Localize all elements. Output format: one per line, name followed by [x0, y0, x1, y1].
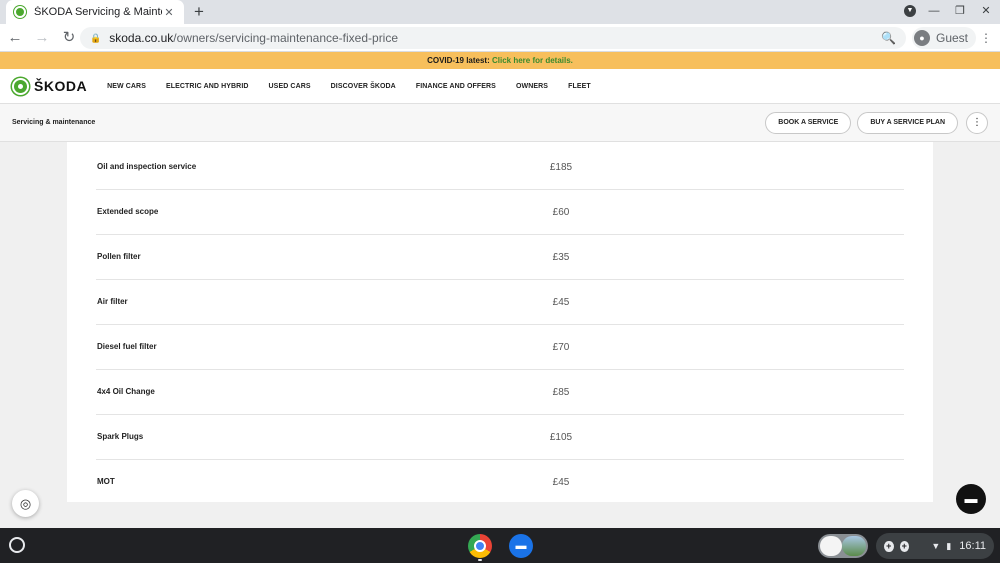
browser-toolbar: ← → ↻ 🔒 skoda.co.uk/owners/servicing-mai…: [0, 24, 1000, 52]
cookie-icon[interactable]: ◎: [12, 490, 39, 517]
minimize-icon[interactable]: —: [926, 3, 942, 19]
skoda-logo-icon: [12, 77, 29, 95]
service-label: Extended scope: [97, 207, 159, 216]
close-window-icon[interactable]: ✕: [978, 3, 994, 19]
service-price: £35: [552, 251, 570, 263]
launcher-icon[interactable]: [9, 537, 25, 553]
thumbnail-image: [842, 536, 866, 556]
status-tray[interactable]: + + ▼ ▮ 16:11: [876, 533, 994, 559]
browser-menu-icon[interactable]: ⋮: [980, 31, 992, 45]
service-price: £105: [549, 431, 573, 443]
service-label: Oil and inspection service: [97, 162, 197, 171]
table-row: Pollen filter £35: [96, 235, 904, 280]
avatar-icon: ●: [914, 30, 930, 46]
nav-fleet[interactable]: FLEET: [568, 83, 591, 90]
clock: 16:11: [959, 540, 986, 552]
address-bar[interactable]: 🔒 skoda.co.uk/owners/servicing-maintenan…: [80, 27, 906, 49]
price-table: Oil and inspection service £185 Extended…: [67, 142, 933, 502]
nav-used-cars[interactable]: USED CARS: [269, 83, 311, 90]
buy-service-plan-button[interactable]: BUY A SERVICE PLAN: [857, 111, 958, 134]
service-price: £70: [552, 341, 570, 353]
table-row: Air filter £45: [96, 280, 904, 325]
table-row: Diesel fuel filter £70: [96, 325, 904, 370]
service-price: £45: [552, 476, 570, 488]
table-row: 4x4 Oil Change £85: [96, 370, 904, 415]
banner-link[interactable]: Click here for details.: [492, 56, 573, 65]
service-label: 4x4 Oil Change: [97, 387, 155, 396]
lock-icon[interactable]: 🔒: [90, 33, 101, 44]
back-arrow-icon[interactable]: ←: [3, 26, 27, 50]
add-circle-icon: +: [884, 540, 894, 552]
chrome-app-icon[interactable]: [468, 534, 492, 558]
restore-icon[interactable]: ❐: [952, 3, 968, 19]
window-controls: ▼ — ❐ ✕: [904, 3, 994, 19]
files-app-icon[interactable]: ▬: [509, 534, 533, 558]
table-row: Extended scope £60: [96, 190, 904, 235]
browser-tab[interactable]: ŠKODA Servicing & Maintenance ✕: [6, 0, 184, 24]
service-label: Air filter: [97, 297, 128, 306]
banner-text: COVID-19 latest:: [427, 56, 492, 65]
os-shelf: ▬ + + ▼ ▮ 16:11: [0, 528, 1000, 563]
active-indicator: [478, 559, 482, 561]
tab-search-icon[interactable]: ▼: [904, 5, 916, 17]
logo-text: ŠKODA: [34, 78, 88, 94]
url-text[interactable]: skoda.co.uk/owners/servicing-maintenance…: [109, 31, 881, 45]
forward-arrow-icon[interactable]: →: [30, 26, 54, 50]
close-tab-icon[interactable]: ✕: [162, 6, 176, 19]
nav-finance-offers[interactable]: FINANCE AND OFFERS: [416, 83, 496, 90]
service-label: Pollen filter: [97, 252, 141, 261]
new-tab-button[interactable]: +: [190, 2, 208, 22]
skoda-favicon-icon: [14, 6, 26, 18]
book-service-button[interactable]: BOOK A SERVICE: [765, 111, 852, 134]
site-header: ŠKODA NEW CARS ELECTRIC AND HYBRID USED …: [0, 69, 1000, 104]
table-row: Spark Plugs £105: [96, 415, 904, 460]
browser-tab-strip: ŠKODA Servicing & Maintenance ✕ + ▼ — ❐ …: [0, 0, 1000, 24]
service-price: £45: [552, 296, 570, 308]
more-options-icon[interactable]: ⋮: [966, 111, 988, 134]
section-header: Servicing & maintenance BOOK A SERVICE B…: [0, 104, 1000, 142]
holding-space-thumbnails[interactable]: [818, 534, 868, 558]
nav-new-cars[interactable]: NEW CARS: [107, 83, 146, 90]
main-nav: NEW CARS ELECTRIC AND HYBRID USED CARS D…: [107, 83, 591, 90]
covid-banner: COVID-19 latest: Click here for details.: [0, 52, 1000, 69]
tab-title: ŠKODA Servicing & Maintenance: [34, 6, 162, 18]
nav-electric-hybrid[interactable]: ELECTRIC AND HYBRID: [166, 83, 249, 90]
reload-icon[interactable]: ↻: [57, 26, 81, 50]
profile-name: Guest: [936, 31, 969, 45]
skoda-logo[interactable]: ŠKODA: [12, 77, 88, 95]
nav-discover-skoda[interactable]: DISCOVER ŠKODA: [331, 83, 396, 90]
service-price: £185: [549, 161, 573, 173]
wifi-icon: ▼: [931, 541, 941, 551]
table-row: MOT £45: [96, 460, 904, 505]
battery-icon: ▮: [946, 540, 952, 551]
thumbnail-image: [820, 536, 842, 556]
service-label: MOT: [97, 477, 115, 486]
nav-owners[interactable]: OWNERS: [516, 83, 548, 90]
service-price: £85: [552, 386, 570, 398]
add-circle-icon: +: [899, 540, 910, 552]
service-label: Diesel fuel filter: [97, 342, 157, 351]
service-price: £60: [552, 206, 570, 218]
section-title: Servicing & maintenance: [12, 119, 96, 126]
search-icon[interactable]: 🔍: [881, 31, 896, 45]
table-row: Oil and inspection service £185: [96, 145, 904, 190]
chat-icon[interactable]: ▬: [956, 484, 986, 514]
profile-button[interactable]: ● Guest: [912, 27, 977, 49]
service-label: Spark Plugs: [97, 432, 144, 441]
